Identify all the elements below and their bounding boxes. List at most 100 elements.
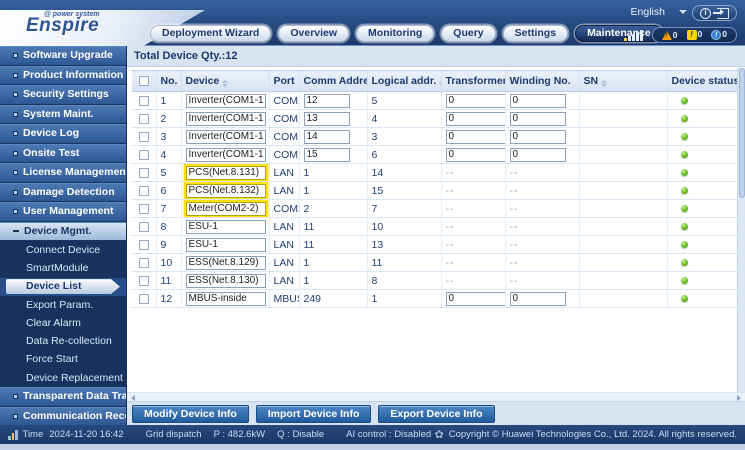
device-name-input[interactable]	[186, 292, 266, 306]
tab-deployment-wizard[interactable]: Deployment Wizard	[150, 25, 271, 42]
col-header-logical-addr[interactable]: Logical addr.	[367, 71, 441, 92]
row-checkbox[interactable]	[139, 96, 149, 106]
minor-alarms[interactable]: 0	[711, 30, 727, 40]
tab-monitoring[interactable]: Monitoring	[356, 25, 434, 42]
transformer-no-input[interactable]	[446, 130, 506, 144]
sidebar-item-security-settings[interactable]: Security Settings	[0, 85, 126, 105]
row-checkbox[interactable]	[139, 240, 149, 250]
sort-icon[interactable]	[601, 80, 607, 87]
alarm-summary[interactable]: 0 0 0	[652, 27, 737, 43]
comm-address-value: 1	[299, 272, 367, 290]
row-checkbox[interactable]	[139, 294, 149, 304]
sidebar-item-device-list[interactable]: Device List	[6, 279, 120, 294]
transformer-no-input[interactable]	[446, 112, 506, 126]
sidebar-item-data-re-collection[interactable]: Data Re-collection	[0, 332, 126, 350]
sidebar-item-software-upgrade[interactable]: Software Upgrade	[0, 46, 126, 66]
sort-icon[interactable]	[222, 80, 228, 87]
sidebar-item-label: Device Log	[23, 124, 79, 144]
modify-device-info-button[interactable]: Modify Device Info	[132, 405, 249, 423]
row-checkbox[interactable]	[139, 276, 149, 286]
device-name-input[interactable]	[186, 94, 266, 108]
row-checkbox[interactable]	[139, 222, 149, 232]
winding-no-input-cell	[505, 92, 579, 110]
sidebar-item-communication-record[interactable]: Communication Record	[0, 407, 126, 425]
device-name-input[interactable]	[186, 184, 266, 198]
device-name-input[interactable]	[186, 220, 266, 234]
comm-address-input[interactable]	[304, 148, 350, 162]
col-header-select-all[interactable]	[132, 71, 156, 92]
sn-value	[579, 146, 667, 164]
col-header-comm-address[interactable]: Comm Address	[299, 71, 367, 92]
reactive-power-value: Q : Disable	[277, 429, 324, 440]
winding-no-input[interactable]	[510, 148, 566, 162]
tab-overview[interactable]: Overview	[278, 25, 349, 42]
sidebar-item-transparent-data-transm[interactable]: Transparent Data Transm...	[0, 387, 126, 407]
device-name-input[interactable]	[186, 274, 266, 288]
sidebar-item-damage-detection[interactable]: Damage Detection	[0, 183, 126, 203]
tab-settings[interactable]: Settings	[503, 25, 568, 42]
sidebar-item-onsite-test[interactable]: Onsite Test	[0, 144, 126, 164]
device-name-input[interactable]	[186, 256, 266, 270]
sidebar-item-device-mgmt[interactable]: Device Mgmt.	[0, 222, 126, 242]
scroll-right-icon[interactable]	[737, 395, 741, 401]
row-checkbox[interactable]	[139, 132, 149, 142]
critical-alarms[interactable]: 0	[662, 31, 678, 40]
horizontal-scrollbar[interactable]	[127, 392, 745, 401]
col-header-label: Transformer No.	[446, 75, 506, 87]
winding-no-input[interactable]	[510, 130, 566, 144]
transformer-no-input[interactable]	[446, 148, 506, 162]
sidebar-item-user-management[interactable]: User Management	[0, 202, 126, 222]
device-name-input[interactable]	[186, 238, 266, 252]
device-name-input[interactable]	[186, 130, 266, 144]
sidebar-item-system-maint[interactable]: System Maint.	[0, 105, 126, 125]
row-checkbox[interactable]	[139, 204, 149, 214]
sidebar-item-clear-alarm[interactable]: Clear Alarm	[0, 314, 126, 332]
row-checkbox[interactable]	[139, 186, 149, 196]
scroll-left-icon[interactable]	[131, 395, 135, 401]
logical-address-value: 4	[367, 110, 441, 128]
col-header-device-status[interactable]: Device status	[667, 71, 737, 92]
vertical-scrollbar[interactable]	[737, 68, 745, 392]
device-name-input[interactable]	[186, 166, 266, 180]
tab-query[interactable]: Query	[441, 25, 495, 42]
sidebar-item-device-log[interactable]: Device Log	[0, 124, 126, 144]
col-header-device[interactable]: Device	[181, 71, 269, 92]
winding-no-input[interactable]	[510, 112, 566, 126]
col-header-transformer-no: Transformer No.	[441, 71, 505, 92]
sidebar-item-license-management[interactable]: License Management	[0, 163, 126, 183]
row-checkbox[interactable]	[139, 114, 149, 124]
sidebar-item-force-start[interactable]: Force Start	[0, 350, 126, 368]
winding-no-input[interactable]	[510, 94, 566, 108]
status-dot-normal	[681, 223, 688, 230]
sidebar-item-device-replacement[interactable]: Device Replacement	[0, 369, 126, 387]
sidebar-item-export-param[interactable]: Export Param.	[0, 296, 126, 314]
sidebar-item-label: Damage Detection	[23, 183, 115, 203]
table-row: 6LAN115----	[132, 182, 737, 200]
export-device-info-button[interactable]: Export Device Info	[378, 405, 494, 423]
comm-address-input[interactable]	[304, 112, 350, 126]
comm-address-input[interactable]	[304, 94, 350, 108]
select-all-checkbox[interactable]	[139, 76, 149, 86]
vertical-scrollbar-thumb[interactable]	[739, 68, 745, 198]
row-checkbox[interactable]	[139, 258, 149, 268]
device-name-input[interactable]	[186, 148, 266, 162]
winding-no-input[interactable]	[510, 292, 566, 306]
device-name-input-cell	[181, 290, 269, 308]
info-icon[interactable]	[700, 8, 711, 19]
row-checkbox[interactable]	[139, 150, 149, 160]
transformer-no-input[interactable]	[446, 292, 506, 306]
sidebar-item-smartmodule[interactable]: SmartModule	[0, 259, 126, 277]
col-header-sn[interactable]: SN	[579, 71, 667, 92]
device-name-input[interactable]	[186, 112, 266, 126]
transformer-no-input[interactable]	[446, 94, 506, 108]
sidebar-item-product-information[interactable]: Product Information	[0, 66, 126, 86]
import-device-info-button[interactable]: Import Device Info	[256, 405, 372, 423]
major-alarms[interactable]: 0	[687, 30, 703, 40]
comm-address-input[interactable]	[304, 130, 350, 144]
logout-icon[interactable]	[717, 8, 729, 19]
row-checkbox[interactable]	[139, 168, 149, 178]
row-number: 7	[156, 200, 181, 218]
device-name-input[interactable]	[186, 202, 266, 216]
language-select[interactable]: English	[631, 6, 687, 18]
sidebar-item-connect-device[interactable]: Connect Device	[0, 241, 126, 259]
